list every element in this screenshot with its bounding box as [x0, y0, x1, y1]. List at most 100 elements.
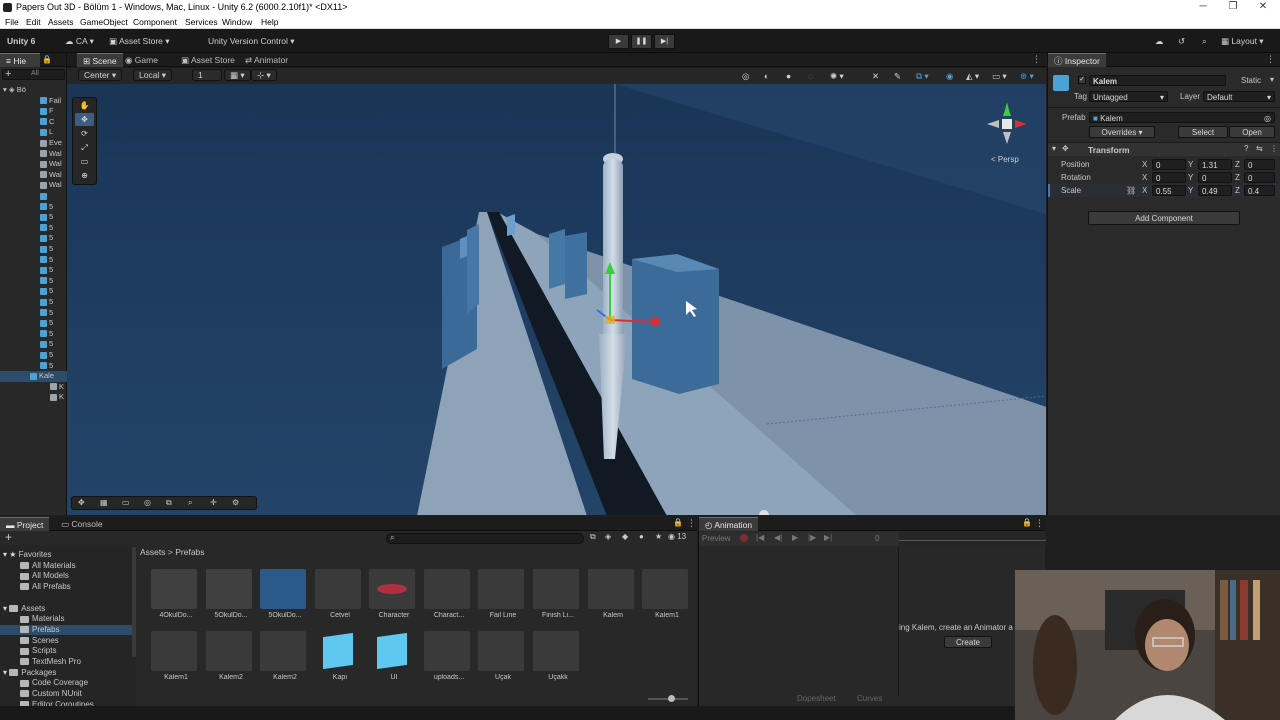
tab-project[interactable]: ▬ Project [0, 517, 50, 531]
pivot-dropdown[interactable]: Center ▾ [78, 69, 123, 81]
asset-item[interactable]: Kalem1 [150, 631, 200, 691]
menu-help[interactable]: Help [261, 15, 278, 29]
hierarchy-item[interactable]: 5 [0, 233, 67, 244]
play-button[interactable]: ▶ [608, 34, 629, 49]
version-control-dropdown[interactable]: Unity Version Control ▾ [203, 34, 299, 48]
asset-item[interactable]: Cetvel [314, 569, 364, 629]
project-tree-item[interactable]: TextMesh Pro [0, 657, 136, 668]
project-tree-item[interactable]: Scenes [0, 636, 136, 647]
asset-item[interactable]: Character [368, 569, 418, 629]
help-icon[interactable]: ? [1244, 144, 1248, 153]
layers-icon[interactable]: ⧉ [166, 498, 172, 508]
project-tree-item[interactable] [0, 593, 136, 604]
project-tree-item[interactable]: ▾ ★ Favorites [0, 550, 136, 561]
rotation-x-field[interactable]: 0 [1152, 172, 1186, 183]
grid-size-field[interactable]: 1 [192, 69, 222, 81]
snap-icon[interactable]: ⊹ ▾ [251, 69, 277, 81]
breadcrumb-prefabs[interactable]: Prefabs [175, 547, 204, 557]
filter-icon[interactable]: ⧉ [590, 532, 596, 542]
tools-icon[interactable]: ▭ ▾ [987, 69, 1012, 83]
layer-dropdown[interactable]: Default ▾ [1203, 91, 1275, 102]
zoom-icon[interactable]: ⌕ [188, 498, 192, 508]
audio-icon[interactable]: ✕ [867, 69, 884, 83]
frame-field[interactable]: 0 [875, 534, 879, 543]
project-tree-item[interactable]: Scripts [0, 646, 136, 657]
project-tree-item[interactable]: Prefabs [0, 624, 136, 636]
rotation-y-field[interactable]: 0 [1198, 172, 1232, 183]
add-icon[interactable]: + [5, 68, 11, 80]
preset-icon[interactable]: ⇆ [1256, 144, 1263, 153]
curves-tab[interactable]: Curves [857, 694, 882, 703]
visibility-icon[interactable]: ◉ [941, 69, 958, 83]
asset-item[interactable]: Charact... [423, 569, 473, 629]
tab-animation[interactable]: ◴ Animation [699, 517, 759, 531]
hierarchy-item[interactable]: K [0, 392, 67, 403]
search-icon[interactable]: ⌕ [1197, 34, 1212, 48]
hierarchy-item[interactable]: 5 [0, 339, 67, 350]
last-key-icon[interactable]: ▶| [824, 533, 832, 542]
rotation-z-field[interactable]: 0 [1244, 172, 1275, 183]
project-tree-item[interactable]: All Models [0, 571, 136, 582]
scale-y-field[interactable]: 0.49 [1198, 185, 1232, 196]
menu-services[interactable]: Services [185, 15, 218, 29]
move-icon[interactable]: ✥ [78, 498, 85, 507]
hierarchy-item[interactable]: Wal [0, 170, 67, 181]
more-icon[interactable]: ⋮ [1032, 54, 1041, 65]
persp-label[interactable]: < Persp [991, 155, 1019, 164]
project-tree-item[interactable]: Custom NUnit [0, 689, 136, 700]
hierarchy-item[interactable] [0, 191, 67, 202]
menu-edit[interactable]: Edit [26, 15, 41, 29]
overlay-icon[interactable]: ◎ [737, 69, 754, 83]
project-search-input[interactable]: ⌕ [386, 533, 584, 544]
menu-gameobject[interactable]: GameObject [80, 15, 128, 29]
more-icon[interactable]: ⋮ [1266, 54, 1275, 65]
asset-item[interactable]: Kalem2 [259, 631, 309, 691]
effects-icon[interactable]: ✎ [889, 69, 906, 83]
hierarchy-item[interactable]: C [0, 117, 67, 128]
space-dropdown[interactable]: Local ▾ [133, 69, 172, 81]
camera-icon[interactable]: ◭ ▾ [961, 69, 984, 83]
hierarchy-item[interactable]: 5 [0, 276, 67, 287]
position-y-field[interactable]: 1.31 [1198, 159, 1232, 170]
breadcrumb-assets[interactable]: Assets [140, 547, 166, 557]
hierarchy-item[interactable]: F [0, 106, 67, 117]
preview-button[interactable]: Preview [702, 534, 730, 543]
asset-item[interactable]: Kalem1 [641, 569, 691, 629]
asset-item[interactable]: Fail Line [477, 569, 527, 629]
scene-viewport[interactable]: < Persp ✋ ✥ ⟳ ⤢ ▭ ⊕ [67, 84, 1046, 515]
rotate-tool-icon[interactable]: ⟳ [75, 127, 94, 140]
asset-item[interactable]: 4OkulDo... [150, 569, 200, 629]
hierarchy-item[interactable]: 5 [0, 297, 67, 308]
hierarchy-item[interactable]: Wal [0, 180, 67, 191]
hierarchy-item[interactable]: Eve [0, 138, 67, 149]
asset-item[interactable]: Kapı [314, 631, 364, 691]
asset-item[interactable]: Finish Li... [532, 569, 582, 629]
tab-scene[interactable]: ⊞ Scene [77, 53, 123, 67]
scale-x-field[interactable]: 0.55 [1152, 185, 1186, 196]
transform-tool-icon[interactable]: ⊕ [75, 169, 94, 182]
hierarchy-item[interactable]: 5 [0, 202, 67, 213]
next-key-icon[interactable]: |▶ [808, 533, 816, 542]
tab-asset-store[interactable]: ▣ Asset Store [175, 53, 241, 67]
hierarchy-item[interactable]: K [0, 382, 67, 393]
hierarchy-scene-row[interactable]: ▾ ◈ Bö [0, 85, 67, 96]
asset-item[interactable]: UI [368, 631, 418, 691]
favorite-icon[interactable]: ★ [655, 532, 662, 541]
tag-dropdown[interactable]: Untagged ▾ [1089, 91, 1168, 102]
pause-button[interactable]: ❚❚ [631, 34, 652, 49]
shading-solid-icon[interactable]: ● [781, 69, 796, 83]
type-filter-icon[interactable]: ◈ [605, 532, 611, 541]
frame-icon[interactable]: ▭ [122, 498, 130, 507]
tab-console[interactable]: ▭ Console [55, 517, 109, 531]
unity-account-button[interactable]: Unity 6 [2, 34, 40, 48]
project-tree-item[interactable]: Code Coverage [0, 678, 136, 689]
fx-icon[interactable]: ⧉ ▾ [911, 69, 934, 83]
scale-tool-icon[interactable]: ⤢ [75, 141, 94, 154]
menu-assets[interactable]: Assets [48, 15, 74, 29]
link-icon[interactable]: ⛓ [1126, 184, 1136, 197]
grid-icon[interactable]: ▦ [100, 498, 108, 507]
lighting-icon[interactable]: ✺ ▾ [825, 69, 849, 83]
add-icon[interactable]: + [5, 530, 12, 544]
more-icon[interactable]: ⋮ [1035, 518, 1044, 529]
hierarchy-item[interactable]: 5 [0, 265, 67, 276]
